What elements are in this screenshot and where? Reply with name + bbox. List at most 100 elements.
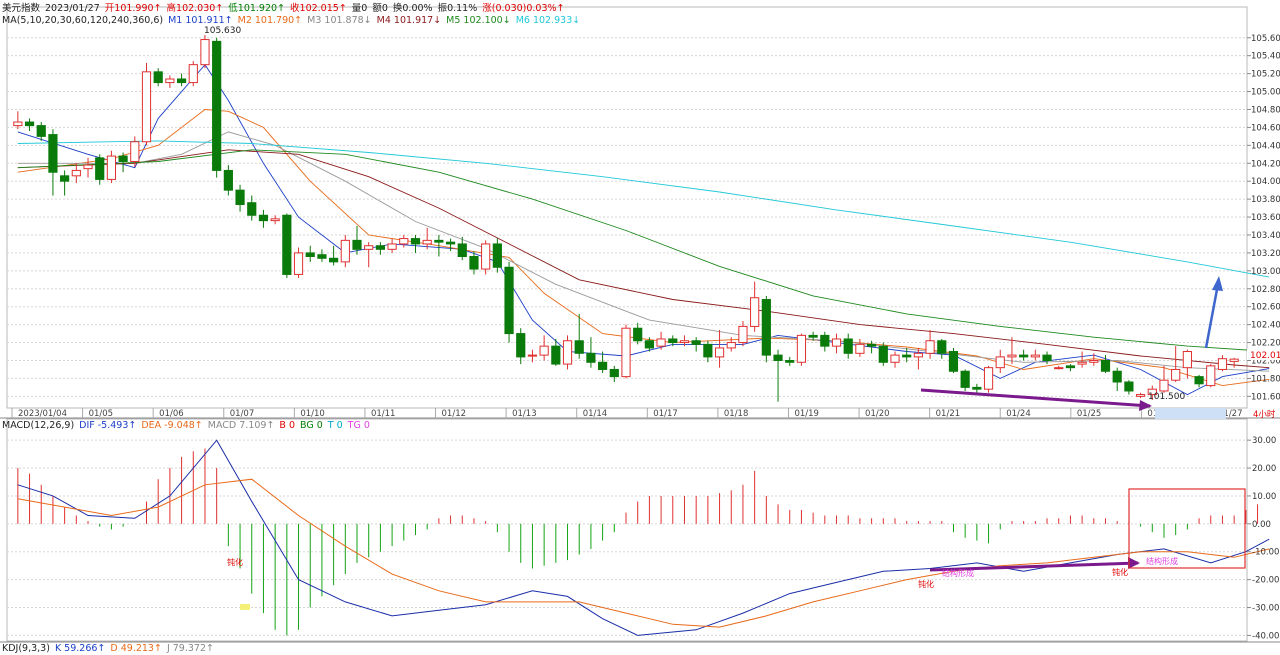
candle-body — [621, 327, 631, 378]
price-tick-label: 104.400 — [1251, 141, 1280, 151]
candle-body — [223, 169, 233, 191]
candle-body — [831, 338, 842, 347]
candle-body — [937, 340, 947, 354]
candle-body — [878, 345, 888, 363]
candle-body — [176, 78, 187, 84]
candle-body — [422, 239, 432, 245]
ma-m6: M6 102.933↓ — [515, 15, 581, 26]
x-tick-label: 01/10 — [300, 409, 325, 419]
x-tick-label: 01/11 — [371, 409, 396, 419]
x-tick-label: 01/06 — [159, 409, 184, 419]
price-tick-label: 102.200 — [1251, 339, 1280, 349]
price-tick-label: 103.200 — [1251, 249, 1280, 259]
x-tick-label: 01/19 — [794, 409, 819, 419]
candle-body — [352, 239, 362, 250]
amplitude-value: 振0.11% — [437, 3, 478, 14]
price-tick-label: 102.400 — [1251, 321, 1280, 331]
ma-m2: M2 101.790↑ — [237, 15, 303, 26]
x-tick-label: 01/18 — [724, 409, 749, 419]
candle-body — [1019, 354, 1029, 358]
candle-body — [141, 71, 152, 143]
macd-tg: TG 0 — [347, 420, 370, 431]
candle-body — [1089, 359, 1099, 363]
candle-body — [329, 257, 339, 263]
price-tick-label: 105.600 — [1251, 34, 1280, 44]
macd-tick-label: -10.00 — [1252, 548, 1279, 558]
price-tick-label: 101.600 — [1251, 392, 1280, 402]
candle-body — [24, 121, 35, 127]
candle-body — [516, 333, 526, 358]
candle-body — [562, 340, 573, 365]
candle-body — [200, 39, 210, 66]
candle-body — [1194, 376, 1204, 385]
candle-body — [247, 202, 257, 216]
dun-label-2: 钝化 — [918, 579, 934, 589]
candle-body — [375, 245, 385, 250]
candle-body — [785, 359, 795, 363]
low-price-label: 101.500 — [1148, 392, 1185, 402]
x-tick-label: 01/13 — [512, 409, 537, 419]
price-tick-label: 103.000 — [1251, 267, 1280, 277]
x-tick-label: 01/20 — [865, 409, 890, 419]
candle-body — [960, 370, 970, 388]
candle-body — [714, 347, 725, 358]
macd-tick-label: 30.00 — [1252, 436, 1276, 446]
x-tick-label: 01/07 — [230, 409, 255, 419]
ma-m5: M5 102.100↓ — [446, 15, 511, 26]
candle-body — [270, 218, 280, 222]
price-tick-label: 102.800 — [1251, 285, 1280, 295]
candle-body — [1135, 394, 1146, 397]
high-value: 高102.030↑ — [166, 3, 224, 14]
macd-header: MACD(12,26,9) DIF -5.493↑ DEA -9.048↑ MACD … — [2, 420, 375, 432]
candle-body — [539, 345, 549, 356]
x-tick-label: 01/24 — [1006, 409, 1031, 419]
candle-body — [691, 340, 701, 345]
candle-body — [726, 342, 736, 349]
candle-body — [1112, 370, 1122, 383]
candle-body — [399, 238, 409, 245]
candle-body — [212, 40, 222, 171]
low-value: 低101.920↑ — [228, 3, 286, 14]
candle-body — [188, 64, 198, 84]
kdj-j: J 79.372↑ — [166, 643, 214, 654]
candle-body — [1077, 361, 1087, 365]
candle-body — [106, 155, 117, 180]
kdj-k: K 59.266↑ — [54, 643, 106, 654]
candle-body — [504, 266, 514, 335]
candle-body — [867, 343, 877, 347]
candle-body — [457, 243, 467, 257]
candle-body — [551, 345, 561, 365]
candle-body — [492, 243, 502, 268]
price-tick-label: 103.800 — [1251, 195, 1280, 205]
candle-body — [972, 386, 982, 390]
candle-body — [1124, 381, 1134, 392]
candle-body — [481, 243, 491, 270]
macd-bg: BG 0 — [300, 420, 323, 431]
candle-body — [1007, 354, 1017, 358]
candle-body — [317, 254, 327, 259]
ma-label: MA(5,10,20,30,60,120,240,360,6) — [2, 15, 164, 26]
macd-dif: DIF -5.493↑ — [79, 420, 137, 431]
high-price-label: 105.630 — [204, 26, 241, 36]
candle-body — [434, 239, 444, 243]
candle-body — [761, 299, 771, 356]
turnover-value: 换0.00% — [392, 3, 433, 14]
candle-body — [995, 356, 1005, 369]
period-label[interactable]: 4小时 — [1253, 409, 1276, 420]
candle-body — [890, 354, 900, 363]
candle-body — [1217, 358, 1228, 370]
price-tick-label: 103.600 — [1251, 213, 1280, 223]
candle-body — [1206, 365, 1216, 387]
candle-body — [1182, 351, 1192, 369]
candle-body — [668, 338, 678, 344]
macd-value: MACD 7.109↑ — [207, 420, 275, 431]
candle-body — [902, 354, 912, 358]
candle-body — [282, 214, 292, 275]
x-axis-highlight — [1155, 408, 1226, 419]
x-tick-label: 01/21 — [936, 409, 961, 419]
macd-tick-label: -20.00 — [1252, 576, 1279, 586]
candle-body — [679, 340, 690, 344]
x-tick-label: 01/25 — [1077, 409, 1102, 419]
macd-tick-label: 0.00 — [1252, 520, 1271, 530]
candle-body — [586, 352, 596, 363]
